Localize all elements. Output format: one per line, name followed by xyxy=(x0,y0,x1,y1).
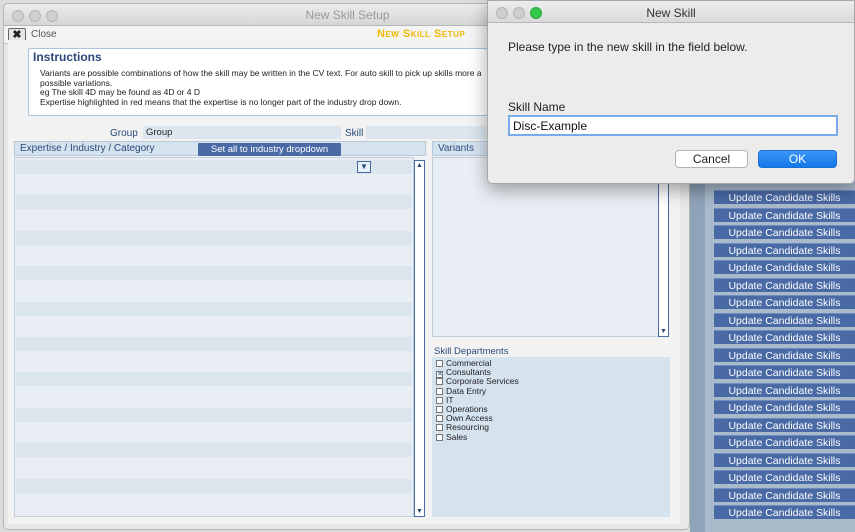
list-row[interactable] xyxy=(16,266,412,281)
list-row[interactable] xyxy=(16,478,412,493)
cancel-button[interactable]: Cancel xyxy=(675,150,748,168)
department-checkbox[interactable] xyxy=(436,433,443,441)
department-checkbox[interactable] xyxy=(436,387,443,395)
update-candidate-skills-button[interactable]: Update Candidate Skills xyxy=(714,470,855,484)
expertise-scrollbar[interactable]: ▲ ▼ xyxy=(414,160,425,517)
dialog-title: New Skill xyxy=(646,6,696,20)
skill-name-label: Skill Name xyxy=(508,100,566,114)
update-candidate-skills-button[interactable]: Update Candidate Skills xyxy=(714,330,855,344)
update-candidate-skills-button[interactable]: Update Candidate Skills xyxy=(714,190,855,204)
list-row[interactable] xyxy=(16,443,412,458)
list-row[interactable] xyxy=(16,301,412,316)
instructions-title: Instructions xyxy=(33,50,102,64)
update-candidate-skills-button[interactable]: Update Candidate Skills xyxy=(714,487,855,502)
set-all-button[interactable]: Set all to industry dropdown xyxy=(198,143,341,156)
department-checkbox[interactable] xyxy=(436,424,443,432)
list-row[interactable] xyxy=(16,230,412,245)
departments-label: Skill Departments xyxy=(434,346,509,357)
list-row[interactable] xyxy=(16,372,412,387)
update-candidate-skills-button[interactable]: Update Candidate Skills xyxy=(714,225,855,239)
variants-scrollbar[interactable]: ▼ xyxy=(658,160,669,337)
update-candidate-skills-button[interactable]: Update Candidate Skills xyxy=(714,452,855,467)
instructions-text: Variants are possible combinations of ho… xyxy=(40,68,490,107)
group-label: Group xyxy=(110,128,138,139)
dropdown-arrow-icon[interactable]: ▼ xyxy=(357,161,371,173)
department-item[interactable]: Sales xyxy=(436,431,468,442)
department-item[interactable]: Data Entry xyxy=(436,386,486,396)
scroll-down-icon[interactable]: ▼ xyxy=(659,327,668,336)
update-candidate-skills-button[interactable]: Update Candidate Skills xyxy=(714,277,855,292)
update-candidate-skills-button[interactable]: Update Candidate Skills xyxy=(714,417,855,432)
department-checkbox[interactable] xyxy=(436,378,443,386)
department-checkbox[interactable] xyxy=(436,360,443,367)
list-row[interactable] xyxy=(16,160,412,174)
department-checkbox[interactable] xyxy=(436,396,443,404)
update-candidate-skills-button[interactable]: Update Candidate Skills xyxy=(714,207,855,222)
list-row[interactable] xyxy=(16,337,412,351)
department-checkbox[interactable] xyxy=(436,415,443,423)
update-candidate-skills-button[interactable]: Update Candidate Skills xyxy=(714,347,855,362)
dialog-titlebar: New Skill xyxy=(488,1,854,23)
department-label: Sales xyxy=(446,431,468,442)
setup-title: New Skill Setup xyxy=(377,28,466,40)
update-candidate-skills-button[interactable]: Update Candidate Skills xyxy=(714,435,855,449)
scroll-up-icon[interactable]: ▲ xyxy=(415,161,424,170)
new-skill-dialog: New Skill Please type in the new skill i… xyxy=(487,0,855,184)
update-candidate-skills-button[interactable]: Update Candidate Skills xyxy=(714,260,855,274)
update-candidate-skills-button[interactable]: Update Candidate Skills xyxy=(714,400,855,414)
variants-header-label: Variants xyxy=(438,143,474,154)
instructions-line: Expertise highlighted in red means that … xyxy=(40,96,402,107)
update-candidate-skills-button[interactable]: Update Candidate Skills xyxy=(714,382,855,397)
scroll-down-icon[interactable]: ▼ xyxy=(415,507,424,516)
department-checkbox[interactable] xyxy=(436,406,443,413)
update-candidate-skills-button[interactable]: Update Candidate Skills xyxy=(714,242,855,257)
skill-name-input[interactable] xyxy=(508,115,838,136)
expertise-header-label: Expertise / Industry / Category xyxy=(20,143,155,154)
update-candidate-skills-button[interactable]: Update Candidate Skills xyxy=(714,505,855,519)
dialog-message: Please type in the new skill in the fiel… xyxy=(508,40,748,54)
list-row[interactable] xyxy=(16,195,412,210)
skill-label: Skill xyxy=(345,128,364,139)
update-candidate-skills-button[interactable]: Update Candidate Skills xyxy=(714,295,855,309)
list-row[interactable] xyxy=(16,407,412,422)
skill-field[interactable] xyxy=(366,126,486,139)
ok-button[interactable]: OK xyxy=(758,150,837,168)
close-label[interactable]: Close xyxy=(31,29,57,40)
update-candidate-skills-button[interactable]: Update Candidate Skills xyxy=(714,312,855,327)
update-candidate-skills-button[interactable]: Update Candidate Skills xyxy=(714,365,855,379)
group-field[interactable]: Group xyxy=(143,126,341,139)
variants-list[interactable] xyxy=(432,157,660,337)
